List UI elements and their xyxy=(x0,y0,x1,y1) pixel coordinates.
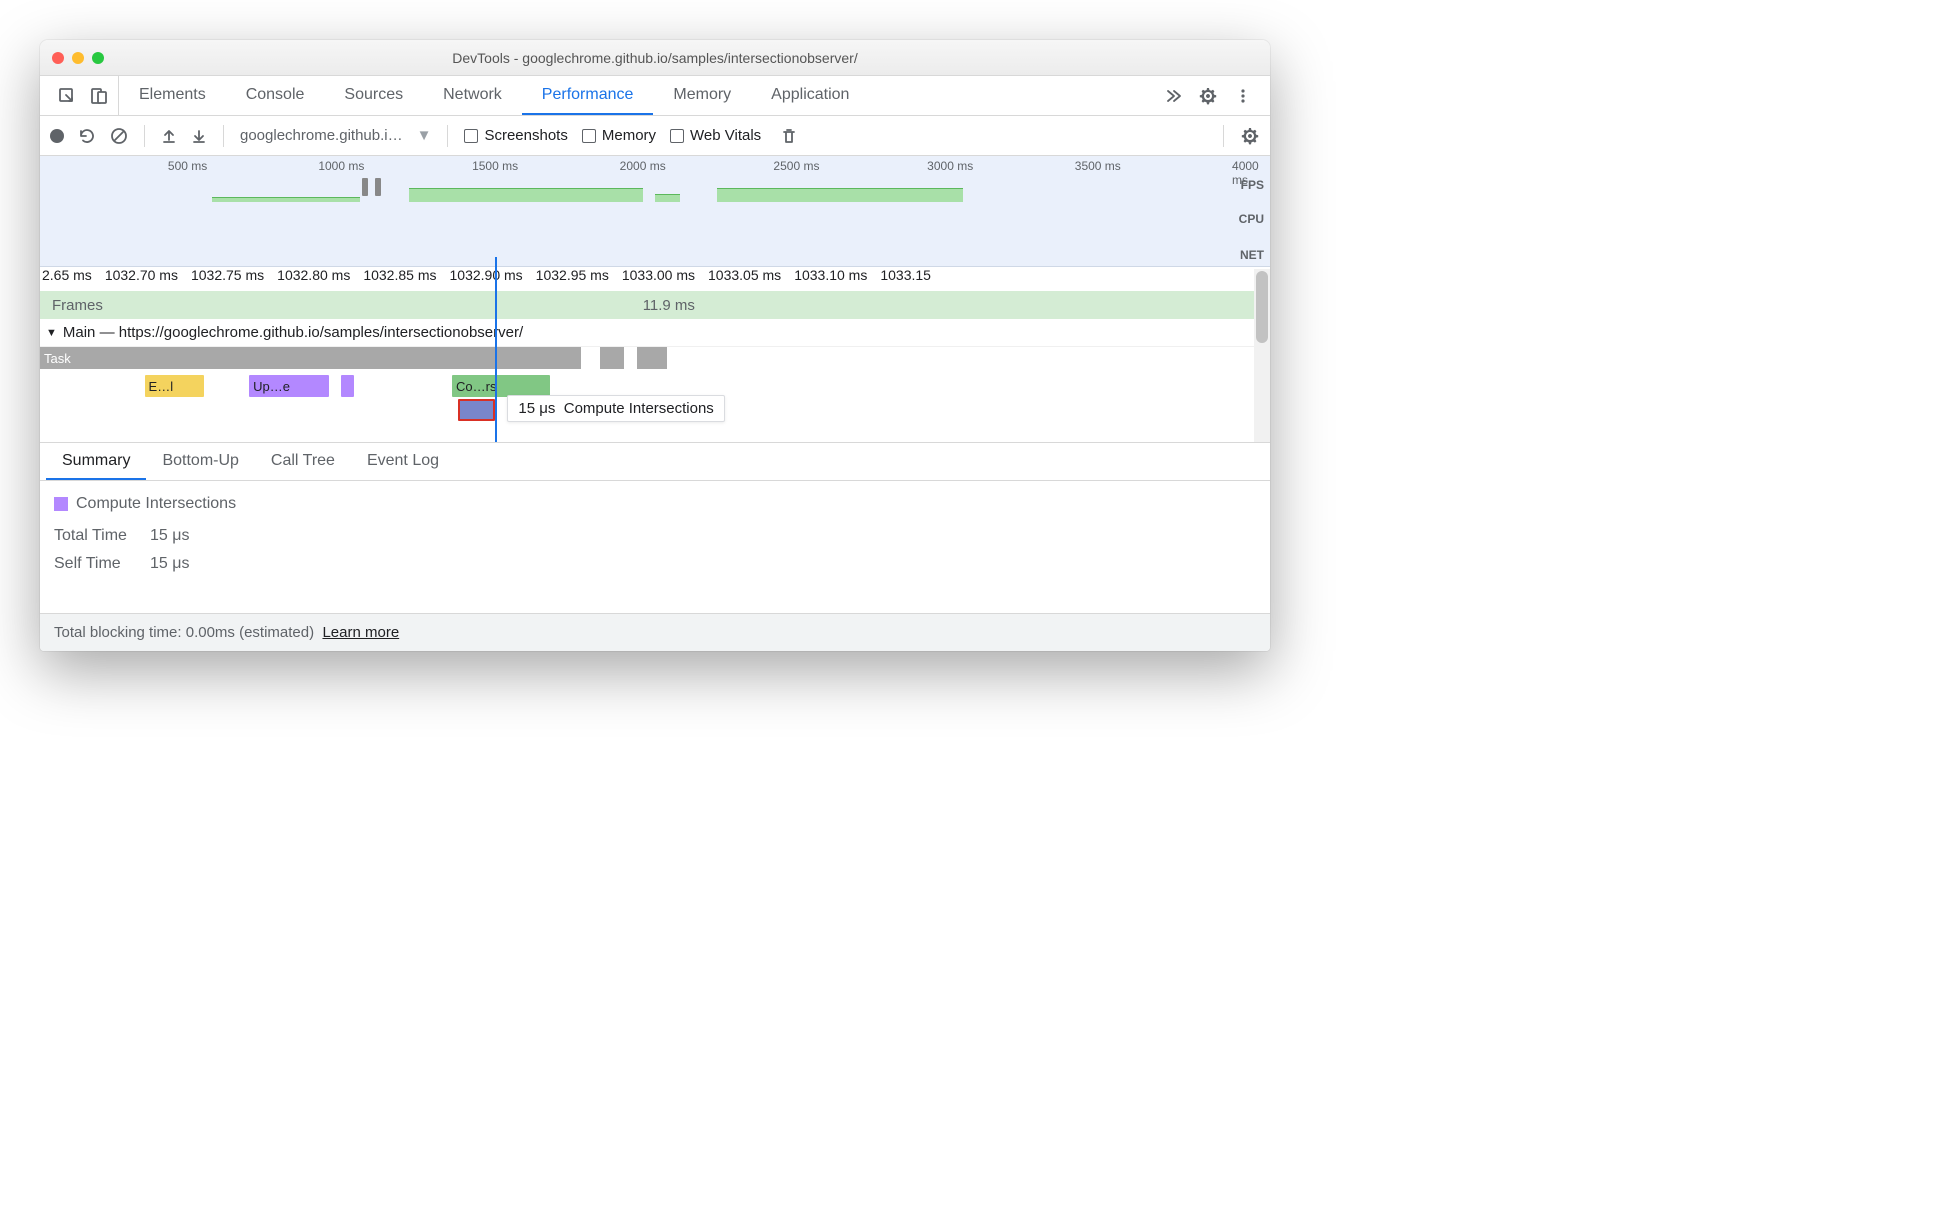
flame-task[interactable] xyxy=(600,347,625,369)
screenshots-checkbox[interactable]: Screenshots xyxy=(464,127,567,144)
tab-network[interactable]: Network xyxy=(423,76,522,115)
maximize-icon[interactable] xyxy=(92,52,104,64)
tab-memory[interactable]: Memory xyxy=(653,76,751,115)
main-thread-header[interactable]: ▼ Main — https://googlechrome.github.io/… xyxy=(40,319,1270,347)
tab-call-tree[interactable]: Call Tree xyxy=(255,443,351,480)
flame-event[interactable]: E…l xyxy=(145,375,204,397)
profile-selector[interactable]: googlechrome.github.i… xyxy=(240,127,403,144)
self-time-label: Self Time xyxy=(54,555,136,573)
clear-icon[interactable] xyxy=(110,127,128,145)
main-thread-label: Main — https://googlechrome.github.io/sa… xyxy=(63,324,523,341)
window-title: DevTools - googlechrome.github.io/sample… xyxy=(40,50,1270,66)
footer-bar: Total blocking time: 0.00ms (estimated) … xyxy=(40,613,1270,651)
blocking-time-text: Total blocking time: 0.00ms (estimated) xyxy=(54,624,314,641)
overview-pane[interactable]: 500 ms 1000 ms 1500 ms 2000 ms 2500 ms 3… xyxy=(40,156,1270,267)
upload-icon[interactable] xyxy=(161,128,177,144)
devtools-tabstrip: Elements Console Sources Network Perform… xyxy=(40,76,1270,116)
summary-panel: Compute Intersections Total Time 15 μs Se… xyxy=(40,481,1270,613)
frames-row[interactable]: Frames 11.9 ms xyxy=(40,291,1270,319)
tab-event-log[interactable]: Event Log xyxy=(351,443,455,480)
performance-toolbar: googlechrome.github.i… ▼ Screenshots Mem… xyxy=(40,116,1270,156)
detail-ruler: 2.65 ms1032.70 ms1032.75 ms1032.80 ms103… xyxy=(40,267,1270,291)
event-color-swatch xyxy=(54,497,68,511)
gear-icon[interactable] xyxy=(1198,86,1218,106)
tab-console[interactable]: Console xyxy=(226,76,325,115)
playhead-line xyxy=(495,257,497,442)
total-time-label: Total Time xyxy=(54,527,136,545)
flame-task[interactable]: Task xyxy=(40,347,581,369)
inspect-icon[interactable] xyxy=(58,87,76,105)
cpu-label: CPU xyxy=(1239,212,1270,226)
total-time-value: 15 μs xyxy=(150,527,189,545)
disclosure-triangle-icon[interactable]: ▼ xyxy=(46,327,57,339)
tab-performance[interactable]: Performance xyxy=(522,76,654,115)
frames-label: Frames xyxy=(40,297,115,314)
record-button[interactable] xyxy=(50,129,64,143)
self-time-value: 15 μs xyxy=(150,555,189,573)
device-toggle-icon[interactable] xyxy=(90,87,108,105)
minimize-icon[interactable] xyxy=(72,52,84,64)
download-icon[interactable] xyxy=(191,128,207,144)
trash-icon[interactable] xyxy=(781,127,797,145)
flame-task[interactable] xyxy=(637,347,668,369)
scrollbar-thumb[interactable] xyxy=(1256,271,1268,343)
chevron-right-icon[interactable] xyxy=(1164,87,1182,105)
overview-ruler: 500 ms 1000 ms 1500 ms 2000 ms 2500 ms 3… xyxy=(40,156,1270,178)
flame-tooltip: 15 μs Compute Intersections xyxy=(507,395,724,422)
tab-bottom-up[interactable]: Bottom-Up xyxy=(146,443,254,480)
memory-checkbox[interactable]: Memory xyxy=(582,127,656,144)
flame-chart[interactable]: Task E…l Up…e Co…rs 15 μs Compute Inters… xyxy=(40,347,1270,443)
frames-value: 11.9 ms xyxy=(643,297,695,314)
net-label: NET xyxy=(1240,248,1270,262)
tab-application[interactable]: Application xyxy=(751,76,869,115)
flame-event[interactable] xyxy=(341,375,353,397)
webvitals-checkbox[interactable]: Web Vitals xyxy=(670,127,761,144)
close-icon[interactable] xyxy=(52,52,64,64)
flame-event[interactable]: Co…rs xyxy=(452,375,550,397)
kebab-menu-icon[interactable] xyxy=(1234,87,1252,105)
tab-elements[interactable]: Elements xyxy=(119,76,226,115)
flame-event-selected[interactable] xyxy=(458,399,495,421)
detail-tabs: Summary Bottom-Up Call Tree Event Log xyxy=(40,443,1270,481)
traffic-lights xyxy=(40,52,116,64)
learn-more-link[interactable]: Learn more xyxy=(322,624,399,641)
gear-icon[interactable] xyxy=(1240,126,1260,146)
flame-event[interactable]: Up…e xyxy=(249,375,329,397)
tab-summary[interactable]: Summary xyxy=(46,443,146,480)
summary-event-name: Compute Intersections xyxy=(76,495,236,513)
titlebar: DevTools - googlechrome.github.io/sample… xyxy=(40,40,1270,76)
tab-sources[interactable]: Sources xyxy=(324,76,423,115)
devtools-window: DevTools - googlechrome.github.io/sample… xyxy=(40,40,1270,651)
reload-icon[interactable] xyxy=(78,127,96,145)
